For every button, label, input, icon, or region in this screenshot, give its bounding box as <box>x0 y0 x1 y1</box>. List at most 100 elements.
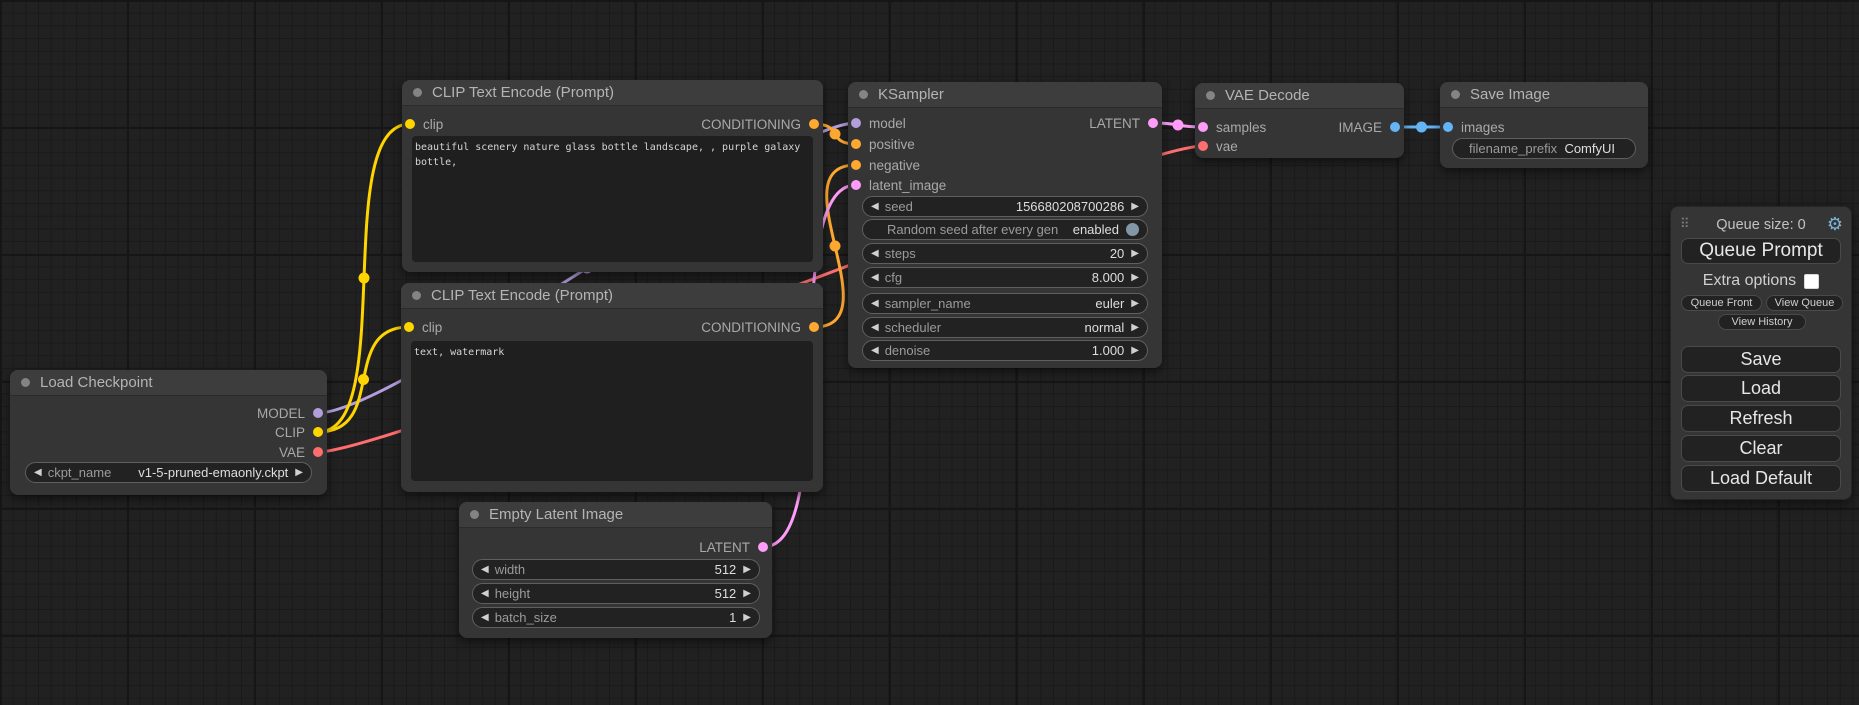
decrement-arrow-icon[interactable]: ◀ <box>481 565 489 575</box>
increment-arrow-icon[interactable]: ▶ <box>1131 202 1139 212</box>
increment-arrow-icon[interactable]: ▶ <box>1131 323 1139 333</box>
decrement-arrow-icon[interactable]: ◀ <box>871 249 879 259</box>
output-slot-latent[interactable]: LATENT <box>1089 115 1158 131</box>
output-slot-model[interactable]: MODEL <box>257 405 323 421</box>
node-save-image[interactable]: Save Image images filename_prefix ComfyU… <box>1440 82 1648 168</box>
output-slot-conditioning[interactable]: CONDITIONING <box>701 116 819 132</box>
collapse-dot-icon[interactable] <box>21 378 30 387</box>
widget-denoise[interactable]: ◀ denoise 1.000 ▶ <box>862 340 1148 361</box>
decrement-arrow-icon[interactable]: ◀ <box>871 273 879 283</box>
increment-arrow-icon[interactable]: ▶ <box>295 468 303 478</box>
node-title-bar[interactable]: VAE Decode <box>1195 83 1404 109</box>
decrement-arrow-icon[interactable]: ◀ <box>481 589 489 599</box>
decrement-arrow-icon[interactable]: ◀ <box>871 323 879 333</box>
port-conditioning-icon[interactable] <box>851 160 861 170</box>
widget-random-seed[interactable]: Random seed after every gen enabled <box>862 219 1148 240</box>
collapse-dot-icon[interactable] <box>470 510 479 519</box>
port-latent-icon[interactable] <box>851 180 861 190</box>
widget-ckpt-name[interactable]: ◀ ckpt_name v1-5-pruned-emaonly.ckpt ▶ <box>25 462 312 483</box>
load-default-button[interactable]: Load Default <box>1681 465 1841 492</box>
input-slot-negative[interactable]: negative <box>851 157 920 173</box>
node-load-checkpoint[interactable]: Load Checkpoint MODEL CLIP VAE ◀ ckpt_na… <box>10 370 327 495</box>
input-slot-samples[interactable]: samples <box>1198 119 1266 135</box>
extra-options-checkbox[interactable] <box>1804 274 1819 289</box>
widget-sampler-name[interactable]: ◀ sampler_name euler ▶ <box>862 293 1148 314</box>
prompt-textarea[interactable]: beautiful scenery nature glass bottle la… <box>412 136 813 262</box>
widget-seed[interactable]: ◀ seed 156680208700286 ▶ <box>862 196 1148 217</box>
widget-height[interactable]: ◀ height 512 ▶ <box>472 583 760 604</box>
increment-arrow-icon[interactable]: ▶ <box>743 613 751 623</box>
input-slot-images[interactable]: images <box>1443 119 1505 135</box>
node-title-bar[interactable]: Empty Latent Image <box>459 502 772 528</box>
increment-arrow-icon[interactable]: ▶ <box>1131 273 1139 283</box>
node-title-bar[interactable]: CLIP Text Encode (Prompt) <box>402 80 823 106</box>
node-clip-text-encode-positive[interactable]: CLIP Text Encode (Prompt) clip CONDITION… <box>402 80 823 272</box>
node-title-bar[interactable]: Save Image <box>1440 82 1648 108</box>
view-queue-button[interactable]: View Queue <box>1766 295 1843 311</box>
port-vae-icon[interactable] <box>1198 141 1208 151</box>
decrement-arrow-icon[interactable]: ◀ <box>871 299 879 309</box>
view-history-button[interactable]: View History <box>1718 314 1806 330</box>
collapse-dot-icon[interactable] <box>412 291 421 300</box>
decrement-arrow-icon[interactable]: ◀ <box>871 202 879 212</box>
increment-arrow-icon[interactable]: ▶ <box>1131 249 1139 259</box>
output-slot-latent[interactable]: LATENT <box>699 539 768 555</box>
port-clip-icon[interactable] <box>313 427 323 437</box>
port-clip-icon[interactable] <box>404 322 414 332</box>
refresh-button[interactable]: Refresh <box>1681 405 1841 432</box>
port-image-icon[interactable] <box>1443 122 1453 132</box>
increment-arrow-icon[interactable]: ▶ <box>743 589 751 599</box>
toggle-icon[interactable] <box>1126 223 1139 236</box>
input-slot-clip[interactable]: clip <box>405 116 443 132</box>
port-conditioning-icon[interactable] <box>809 119 819 129</box>
port-conditioning-icon[interactable] <box>809 322 819 332</box>
input-slot-positive[interactable]: positive <box>851 136 915 152</box>
port-model-icon[interactable] <box>851 118 861 128</box>
input-slot-latent-image[interactable]: latent_image <box>851 177 946 193</box>
output-slot-clip[interactable]: CLIP <box>275 424 323 440</box>
node-empty-latent-image[interactable]: Empty Latent Image LATENT ◀ width 512 ▶ … <box>459 502 772 638</box>
collapse-dot-icon[interactable] <box>1451 90 1460 99</box>
port-vae-icon[interactable] <box>313 447 323 457</box>
decrement-arrow-icon[interactable]: ◀ <box>871 346 879 356</box>
prompt-textarea[interactable]: text, watermark <box>411 341 813 481</box>
port-image-icon[interactable] <box>1390 122 1400 132</box>
port-clip-icon[interactable] <box>405 119 415 129</box>
output-slot-conditioning[interactable]: CONDITIONING <box>701 319 819 335</box>
input-slot-clip[interactable]: clip <box>404 319 442 335</box>
port-conditioning-icon[interactable] <box>851 139 861 149</box>
port-latent-icon[interactable] <box>1148 118 1158 128</box>
input-slot-model[interactable]: model <box>851 115 906 131</box>
decrement-arrow-icon[interactable]: ◀ <box>481 613 489 623</box>
output-slot-vae[interactable]: VAE <box>279 444 323 460</box>
node-clip-text-encode-negative[interactable]: CLIP Text Encode (Prompt) clip CONDITION… <box>401 283 823 492</box>
load-button[interactable]: Load <box>1681 375 1841 402</box>
save-button[interactable]: Save <box>1681 346 1841 373</box>
node-title-bar[interactable]: Load Checkpoint <box>10 370 327 396</box>
node-ksampler[interactable]: KSampler model positive negative latent_… <box>848 82 1162 368</box>
widget-scheduler[interactable]: ◀ scheduler normal ▶ <box>862 317 1148 338</box>
widget-cfg[interactable]: ◀ cfg 8.000 ▶ <box>862 267 1148 288</box>
port-model-icon[interactable] <box>313 408 323 418</box>
widget-width[interactable]: ◀ width 512 ▶ <box>472 559 760 580</box>
node-graph-canvas[interactable]: Load Checkpoint MODEL CLIP VAE ◀ ckpt_na… <box>0 0 1859 705</box>
node-vae-decode[interactable]: VAE Decode samples vae IMAGE <box>1195 83 1404 158</box>
collapse-dot-icon[interactable] <box>413 88 422 97</box>
queue-prompt-button[interactable]: Queue Prompt <box>1681 238 1841 264</box>
port-latent-icon[interactable] <box>1198 122 1208 132</box>
decrement-arrow-icon[interactable]: ◀ <box>34 468 42 478</box>
gear-icon[interactable]: ⚙ <box>1827 214 1843 235</box>
widget-filename-prefix[interactable]: filename_prefix ComfyUI <box>1452 138 1636 159</box>
widget-steps[interactable]: ◀ steps 20 ▶ <box>862 243 1148 264</box>
increment-arrow-icon[interactable]: ▶ <box>743 565 751 575</box>
collapse-dot-icon[interactable] <box>859 90 868 99</box>
node-title-bar[interactable]: CLIP Text Encode (Prompt) <box>401 283 823 309</box>
clear-button[interactable]: Clear <box>1681 435 1841 462</box>
increment-arrow-icon[interactable]: ▶ <box>1131 299 1139 309</box>
output-slot-image[interactable]: IMAGE <box>1338 119 1400 135</box>
increment-arrow-icon[interactable]: ▶ <box>1131 346 1139 356</box>
collapse-dot-icon[interactable] <box>1206 91 1215 100</box>
widget-batch-size[interactable]: ◀ batch_size 1 ▶ <box>472 607 760 628</box>
node-title-bar[interactable]: KSampler <box>848 82 1162 108</box>
queue-front-button[interactable]: Queue Front <box>1681 295 1762 311</box>
